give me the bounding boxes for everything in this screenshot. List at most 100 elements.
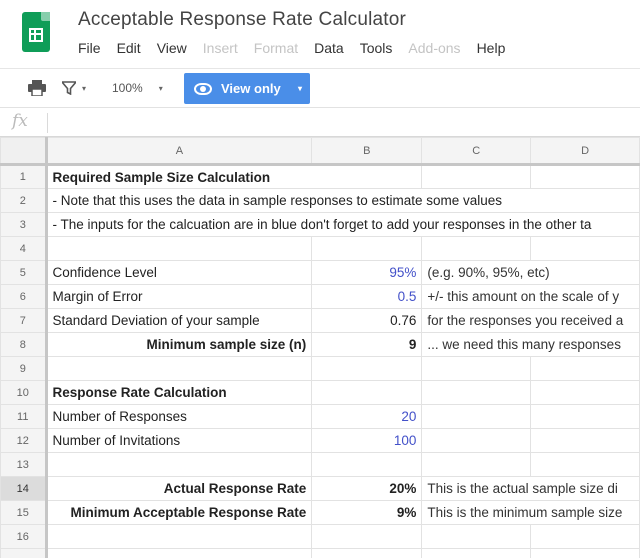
cell-a12[interactable]: Number of Invitations <box>45 428 313 453</box>
cell-a15[interactable]: Minimum Acceptable Response Rate <box>45 500 313 525</box>
print-button[interactable] <box>28 77 46 99</box>
cell-text: - Note that this uses the data in sample… <box>52 193 503 208</box>
menu-insert[interactable]: Insert <box>203 40 238 58</box>
row-header[interactable]: 12 <box>0 428 48 453</box>
cell-a6[interactable]: Margin of Error <box>45 284 313 309</box>
view-only-button[interactable]: View only ▾ <box>184 73 310 104</box>
cell-b10[interactable] <box>311 380 423 405</box>
row-header[interactable]: 3 <box>0 212 48 237</box>
cell-b6[interactable]: 0.5 <box>311 284 423 309</box>
cell-a16[interactable] <box>45 524 313 549</box>
row-header-selected[interactable]: 14 <box>0 476 48 501</box>
menu-view[interactable]: View <box>157 40 187 58</box>
cell-b4[interactable] <box>311 236 423 261</box>
cell-b5[interactable]: 95% <box>311 260 423 285</box>
column-header-b[interactable]: B <box>311 137 423 166</box>
cell-b15[interactable]: 9% <box>311 500 423 525</box>
cell-d16[interactable] <box>530 524 640 549</box>
cell-c1[interactable] <box>421 164 532 189</box>
column-header-a[interactable]: A <box>45 137 313 166</box>
row-header[interactable]: 8 <box>0 332 48 357</box>
column-header-d[interactable]: D <box>530 137 640 166</box>
cell-a10[interactable]: Response Rate Calculation <box>45 380 313 405</box>
cell-d12[interactable] <box>530 428 640 453</box>
cell-c15[interactable]: This is the minimum sample size <box>421 500 640 525</box>
chevron-down-icon[interactable]: ▾ <box>298 84 302 93</box>
row-header[interactable]: 1 <box>0 164 48 189</box>
row-header[interactable]: 9 <box>0 356 48 381</box>
cell-c14[interactable]: This is the actual sample size di <box>421 476 640 501</box>
row-header[interactable]: 15 <box>0 500 48 525</box>
row-header[interactable]: 7 <box>0 308 48 333</box>
cell-b17[interactable] <box>311 548 423 558</box>
cell-a7[interactable]: Standard Deviation of your sample <box>45 308 313 333</box>
cell-a13[interactable] <box>45 452 313 477</box>
row-header[interactable]: 5 <box>0 260 48 285</box>
cell-c9[interactable] <box>421 356 532 381</box>
cell-a5[interactable]: Confidence Level <box>45 260 313 285</box>
cell-c17[interactable] <box>421 548 532 558</box>
cell-c6[interactable]: +/- this amount on the scale of y <box>421 284 640 309</box>
cell-b11[interactable]: 20 <box>311 404 423 429</box>
cell-d13[interactable] <box>530 452 640 477</box>
cell-a3[interactable]: - The inputs for the calcuation are in b… <box>45 212 640 237</box>
row-header[interactable] <box>0 548 48 558</box>
cell-d1[interactable] <box>530 164 640 189</box>
table-row: 4 <box>0 236 640 261</box>
row-header[interactable]: 11 <box>0 404 48 429</box>
cell-d17[interactable] <box>530 548 640 558</box>
cell-text: Required Sample Size Calculation <box>52 170 271 185</box>
cell-c4[interactable] <box>421 236 532 261</box>
cell-b8[interactable]: 9 <box>311 332 423 357</box>
document-title[interactable]: Acceptable Response Rate Calculator <box>78 9 406 31</box>
menu-format[interactable]: Format <box>254 40 298 58</box>
menu-tools[interactable]: Tools <box>360 40 393 58</box>
menu-add-ons[interactable]: Add-ons <box>408 40 460 58</box>
table-row: 15 Minimum Acceptable Response Rate 9% T… <box>0 500 640 525</box>
column-header-c[interactable]: C <box>421 137 532 166</box>
row-header[interactable]: 2 <box>0 188 48 213</box>
cell-c16[interactable] <box>421 524 532 549</box>
filter-button[interactable]: ▾ <box>62 77 86 99</box>
row-header[interactable]: 6 <box>0 284 48 309</box>
cell-b14[interactable]: 20% <box>311 476 423 501</box>
row-header[interactable]: 4 <box>0 236 48 261</box>
cell-b7[interactable]: 0.76 <box>311 308 423 333</box>
menu-file[interactable]: File <box>78 40 101 58</box>
cell-b9[interactable] <box>311 356 423 381</box>
cell-a11[interactable]: Number of Responses <box>45 404 313 429</box>
formula-input[interactable] <box>56 115 626 133</box>
cell-b12[interactable]: 100 <box>311 428 423 453</box>
cell-a14[interactable]: Actual Response Rate <box>45 476 313 501</box>
cell-c8[interactable]: ... we need this many responses <box>421 332 640 357</box>
cell-c10[interactable] <box>421 380 532 405</box>
menu-edit[interactable]: Edit <box>117 40 141 58</box>
menu-data[interactable]: Data <box>314 40 344 58</box>
cell-a9[interactable] <box>45 356 313 381</box>
cell-b13[interactable] <box>311 452 423 477</box>
cell-c13[interactable] <box>421 452 532 477</box>
cell-d4[interactable] <box>530 236 640 261</box>
select-all-corner[interactable] <box>0 137 48 166</box>
cell-d10[interactable] <box>530 380 640 405</box>
cell-a1[interactable]: Required Sample Size Calculation <box>45 164 423 189</box>
cell-a8[interactable]: Minimum sample size (n) <box>45 332 313 357</box>
chevron-down-icon: ▾ <box>158 83 163 93</box>
eye-icon <box>194 82 212 95</box>
cell-d9[interactable] <box>530 356 640 381</box>
cell-c5[interactable]: (e.g. 90%, 95%, etc) <box>421 260 640 285</box>
cell-a2[interactable]: - Note that this uses the data in sample… <box>45 188 640 213</box>
zoom-select[interactable]: 100% ▾ <box>112 77 163 99</box>
cell-c7[interactable]: for the responses you received a <box>421 308 640 333</box>
menu-help[interactable]: Help <box>477 40 506 58</box>
cell-a17[interactable] <box>45 548 313 558</box>
row-header[interactable]: 16 <box>0 524 48 549</box>
row-header[interactable]: 13 <box>0 452 48 477</box>
cell-c11[interactable] <box>421 404 532 429</box>
cell-d11[interactable] <box>530 404 640 429</box>
row-header[interactable]: 10 <box>0 380 48 405</box>
cell-b16[interactable] <box>311 524 423 549</box>
cell-a4[interactable] <box>45 236 313 261</box>
cell-c12[interactable] <box>421 428 532 453</box>
sheets-logo-icon[interactable] <box>22 12 50 52</box>
